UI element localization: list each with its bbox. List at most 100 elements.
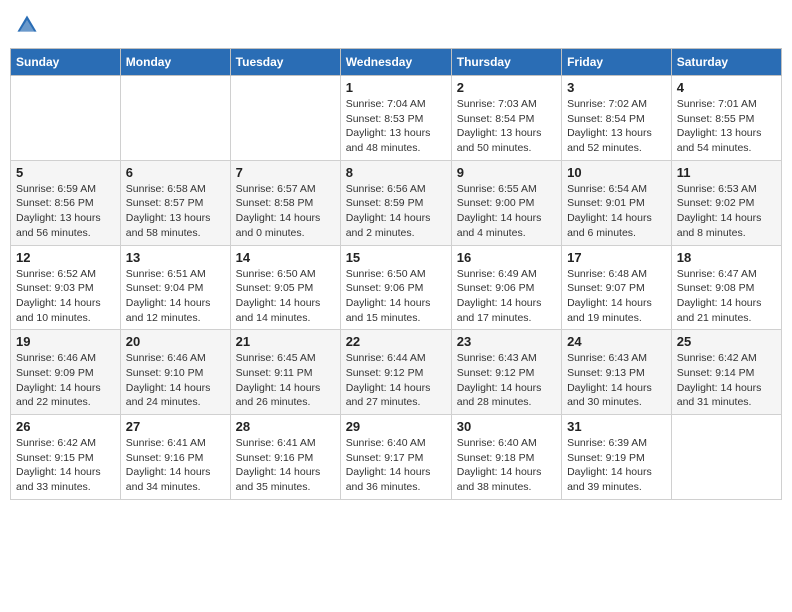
day-info: Sunrise: 6:50 AM Sunset: 9:06 PM Dayligh…	[346, 267, 446, 326]
day-of-week-header: Sunday	[11, 49, 121, 76]
calendar-day-cell: 5 Sunrise: 6:59 AM Sunset: 8:56 PM Daylig…	[11, 160, 121, 245]
day-of-week-header: Friday	[562, 49, 672, 76]
day-number: 27	[126, 419, 225, 434]
calendar-day-cell: 20Sunrise: 6:46 AM Sunset: 9:10 PM Dayli…	[120, 330, 230, 415]
calendar-day-cell: 28 Sunrise: 6:41 AM Sunset: 9:16 PM Dayli…	[230, 415, 340, 500]
day-info: Sunrise: 6:48 AM Sunset: 9:07 PM Dayligh…	[567, 267, 666, 326]
day-number: 16	[457, 250, 556, 265]
calendar-day-cell: 12 Sunrise: 6:52 AM Sunset: 9:03 PM Dayli…	[11, 245, 121, 330]
calendar-table: SundayMondayTuesdayWednesdayThursdayFrid…	[10, 48, 782, 500]
calendar-day-cell: 10 Sunrise: 6:54 AM Sunset: 9:01 PM Dayli…	[562, 160, 672, 245]
day-number: 12	[16, 250, 115, 265]
logo-icon	[16, 14, 38, 36]
calendar-day-cell: 3 Sunrise: 7:02 AM Sunset: 8:54 PM Daylig…	[562, 76, 672, 161]
day-number: 5	[16, 165, 115, 180]
day-of-week-header: Tuesday	[230, 49, 340, 76]
day-number: 23	[457, 334, 556, 349]
day-info: Sunrise: 6:41 AM Sunset: 9:16 PM Dayligh…	[236, 436, 335, 495]
calendar-day-cell: 1Sunrise: 7:04 AM Sunset: 8:53 PM Daylig…	[340, 76, 451, 161]
day-info: Sunrise: 7:01 AM Sunset: 8:55 PM Dayligh…	[677, 97, 776, 156]
day-info: Sunrise: 6:57 AM Sunset: 8:58 PM Dayligh…	[236, 182, 335, 241]
day-number: 7	[236, 165, 335, 180]
day-number: 20	[126, 334, 225, 349]
calendar-day-cell	[120, 76, 230, 161]
day-info: Sunrise: 6:39 AM Sunset: 9:19 PM Dayligh…	[567, 436, 666, 495]
day-number: 22	[346, 334, 446, 349]
day-info: Sunrise: 6:53 AM Sunset: 9:02 PM Dayligh…	[677, 182, 776, 241]
calendar-day-cell: 4 Sunrise: 7:01 AM Sunset: 8:55 PM Daylig…	[671, 76, 781, 161]
calendar-week-row: 19 Sunrise: 6:46 AM Sunset: 9:09 PM Dayli…	[11, 330, 782, 415]
calendar-day-cell: 14 Sunrise: 6:50 AM Sunset: 9:05 PM Dayli…	[230, 245, 340, 330]
day-info: Sunrise: 6:45 AM Sunset: 9:11 PM Dayligh…	[236, 351, 335, 410]
day-info: Sunrise: 6:56 AM Sunset: 8:59 PM Dayligh…	[346, 182, 446, 241]
day-info: Sunrise: 6:49 AM Sunset: 9:06 PM Dayligh…	[457, 267, 556, 326]
page-header	[10, 10, 782, 40]
day-info: Sunrise: 7:02 AM Sunset: 8:54 PM Dayligh…	[567, 97, 666, 156]
day-number: 19	[16, 334, 115, 349]
day-info: Sunrise: 6:40 AM Sunset: 9:18 PM Dayligh…	[457, 436, 556, 495]
calendar-day-cell: 25 Sunrise: 6:42 AM Sunset: 9:14 PM Dayli…	[671, 330, 781, 415]
calendar-day-cell: 26 Sunrise: 6:42 AM Sunset: 9:15 PM Dayli…	[11, 415, 121, 500]
calendar-day-cell: 9Sunrise: 6:55 AM Sunset: 9:00 PM Daylig…	[451, 160, 561, 245]
day-info: Sunrise: 6:42 AM Sunset: 9:14 PM Dayligh…	[677, 351, 776, 410]
day-info: Sunrise: 6:58 AM Sunset: 8:57 PM Dayligh…	[126, 182, 225, 241]
calendar-day-cell: 22 Sunrise: 6:44 AM Sunset: 9:12 PM Dayli…	[340, 330, 451, 415]
day-number: 9	[457, 165, 556, 180]
day-info: Sunrise: 6:50 AM Sunset: 9:05 PM Dayligh…	[236, 267, 335, 326]
day-info: Sunrise: 6:59 AM Sunset: 8:56 PM Dayligh…	[16, 182, 115, 241]
calendar-day-cell: 21 Sunrise: 6:45 AM Sunset: 9:11 PM Dayli…	[230, 330, 340, 415]
day-number: 26	[16, 419, 115, 434]
day-info: Sunrise: 6:52 AM Sunset: 9:03 PM Dayligh…	[16, 267, 115, 326]
day-number: 30	[457, 419, 556, 434]
day-info: Sunrise: 6:40 AM Sunset: 9:17 PM Dayligh…	[346, 436, 446, 495]
calendar-day-cell: 6 Sunrise: 6:58 AM Sunset: 8:57 PM Daylig…	[120, 160, 230, 245]
calendar-week-row: 12 Sunrise: 6:52 AM Sunset: 9:03 PM Dayli…	[11, 245, 782, 330]
day-info: Sunrise: 6:47 AM Sunset: 9:08 PM Dayligh…	[677, 267, 776, 326]
day-number: 10	[567, 165, 666, 180]
day-number: 11	[677, 165, 776, 180]
day-info: Sunrise: 6:54 AM Sunset: 9:01 PM Dayligh…	[567, 182, 666, 241]
calendar-day-cell: 18Sunrise: 6:47 AM Sunset: 9:08 PM Dayli…	[671, 245, 781, 330]
day-info: Sunrise: 6:43 AM Sunset: 9:13 PM Dayligh…	[567, 351, 666, 410]
day-number: 31	[567, 419, 666, 434]
day-info: Sunrise: 6:44 AM Sunset: 9:12 PM Dayligh…	[346, 351, 446, 410]
day-number: 28	[236, 419, 335, 434]
day-info: Sunrise: 7:03 AM Sunset: 8:54 PM Dayligh…	[457, 97, 556, 156]
calendar-day-cell: 11 Sunrise: 6:53 AM Sunset: 9:02 PM Dayli…	[671, 160, 781, 245]
calendar-day-cell	[671, 415, 781, 500]
calendar-day-cell: 7 Sunrise: 6:57 AM Sunset: 8:58 PM Daylig…	[230, 160, 340, 245]
calendar-day-cell	[11, 76, 121, 161]
day-number: 25	[677, 334, 776, 349]
day-number: 17	[567, 250, 666, 265]
day-number: 15	[346, 250, 446, 265]
day-number: 6	[126, 165, 225, 180]
day-info: Sunrise: 6:46 AM Sunset: 9:09 PM Dayligh…	[16, 351, 115, 410]
day-number: 21	[236, 334, 335, 349]
logo	[16, 14, 40, 36]
day-info: Sunrise: 6:51 AM Sunset: 9:04 PM Dayligh…	[126, 267, 225, 326]
day-of-week-header: Thursday	[451, 49, 561, 76]
calendar-day-cell	[230, 76, 340, 161]
calendar-day-cell: 15 Sunrise: 6:50 AM Sunset: 9:06 PM Dayli…	[340, 245, 451, 330]
day-number: 24	[567, 334, 666, 349]
calendar-day-cell: 24 Sunrise: 6:43 AM Sunset: 9:13 PM Dayli…	[562, 330, 672, 415]
calendar-day-cell: 29 Sunrise: 6:40 AM Sunset: 9:17 PM Dayli…	[340, 415, 451, 500]
day-info: Sunrise: 6:42 AM Sunset: 9:15 PM Dayligh…	[16, 436, 115, 495]
calendar-day-cell: 19 Sunrise: 6:46 AM Sunset: 9:09 PM Dayli…	[11, 330, 121, 415]
day-number: 3	[567, 80, 666, 95]
calendar-week-row: 5 Sunrise: 6:59 AM Sunset: 8:56 PM Daylig…	[11, 160, 782, 245]
day-number: 29	[346, 419, 446, 434]
day-number: 8	[346, 165, 446, 180]
day-info: Sunrise: 6:43 AM Sunset: 9:12 PM Dayligh…	[457, 351, 556, 410]
day-of-week-header: Monday	[120, 49, 230, 76]
calendar-week-row: 26 Sunrise: 6:42 AM Sunset: 9:15 PM Dayli…	[11, 415, 782, 500]
calendar-day-cell: 31 Sunrise: 6:39 AM Sunset: 9:19 PM Dayli…	[562, 415, 672, 500]
day-info: Sunrise: 7:04 AM Sunset: 8:53 PM Dayligh…	[346, 97, 446, 156]
day-of-week-header: Wednesday	[340, 49, 451, 76]
calendar-header-row: SundayMondayTuesdayWednesdayThursdayFrid…	[11, 49, 782, 76]
calendar-day-cell: 8 Sunrise: 6:56 AM Sunset: 8:59 PM Daylig…	[340, 160, 451, 245]
day-number: 4	[677, 80, 776, 95]
day-number: 14	[236, 250, 335, 265]
day-number: 13	[126, 250, 225, 265]
calendar-week-row: 1Sunrise: 7:04 AM Sunset: 8:53 PM Daylig…	[11, 76, 782, 161]
